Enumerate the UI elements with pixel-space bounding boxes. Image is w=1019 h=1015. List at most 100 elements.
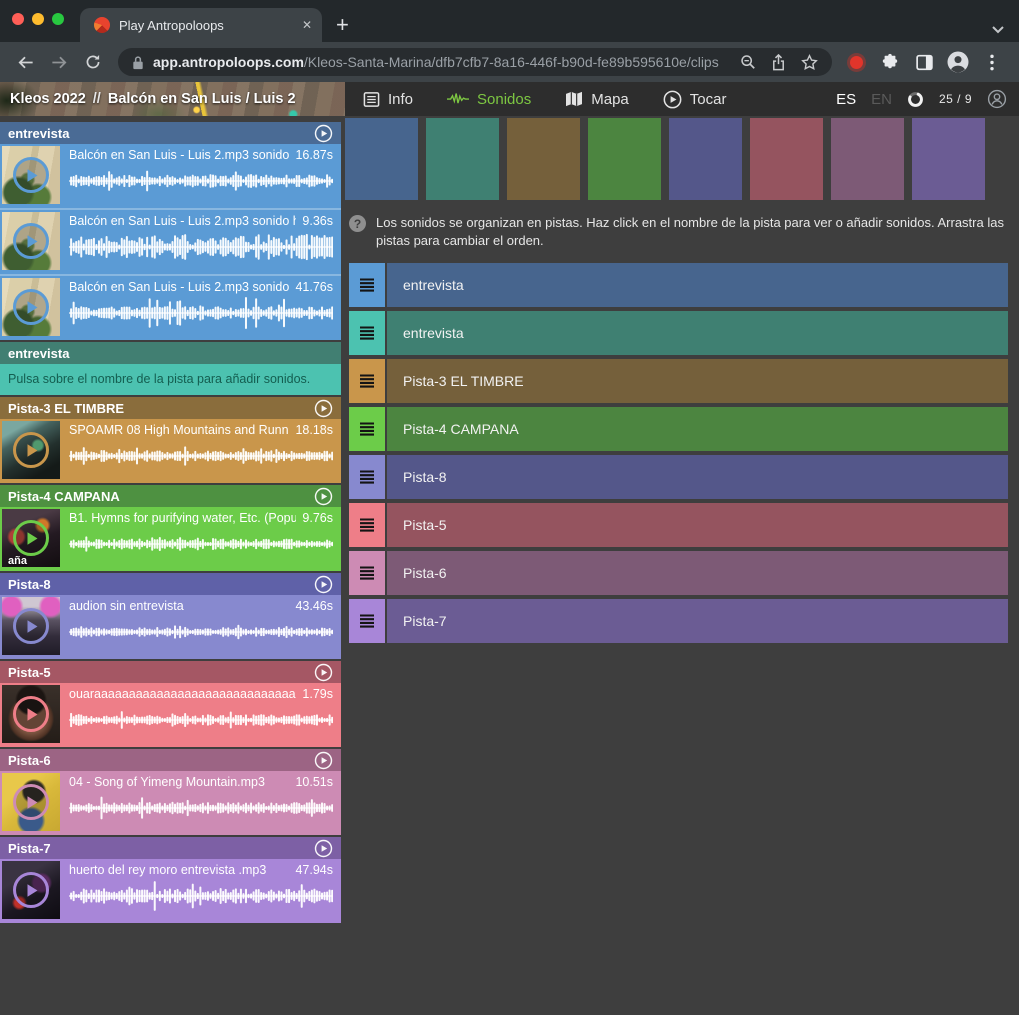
clip-play-icon[interactable] bbox=[13, 289, 49, 325]
track-row[interactable]: Pista-7 bbox=[349, 599, 1008, 643]
drag-handle-icon[interactable] bbox=[349, 551, 385, 595]
sidebar-track-header[interactable]: Pista-8 bbox=[0, 573, 341, 595]
drag-handle-icon[interactable] bbox=[349, 311, 385, 355]
bookmark-star-icon[interactable] bbox=[801, 54, 818, 71]
drag-handle-icon[interactable] bbox=[349, 263, 385, 307]
track-row-label: Pista-5 bbox=[403, 517, 447, 533]
track-row-body[interactable]: Pista-6 bbox=[387, 551, 1008, 595]
breadcrumb[interactable]: Kleos 2022 // Balcón en San Luis / Luis … bbox=[0, 82, 345, 116]
side-panel-icon[interactable] bbox=[909, 47, 939, 77]
sidebar-track-header[interactable]: Pista-4 CAMPANA bbox=[0, 485, 341, 507]
sidebar-track-header[interactable]: Pista-3 EL TIMBRE bbox=[0, 397, 341, 419]
audio-clip[interactable]: SPOAMR 08 High Mountains and Running ...… bbox=[0, 419, 341, 483]
maximize-window-button[interactable] bbox=[52, 13, 64, 25]
lang-en-button[interactable]: EN bbox=[871, 91, 892, 108]
track-empty-hint: Pulsa sobre el nombre de la pista para a… bbox=[0, 364, 341, 395]
track-row[interactable]: Pista-4 CAMPANA bbox=[349, 407, 1008, 451]
track-row[interactable]: entrevista bbox=[349, 263, 1008, 307]
nav-item-tocar[interactable]: Tocar bbox=[663, 90, 727, 109]
browser-tab[interactable]: Play Antropoloops ✕ bbox=[80, 8, 322, 42]
play-track-icon[interactable] bbox=[314, 751, 333, 770]
clip-play-icon[interactable] bbox=[13, 784, 49, 820]
browser-tabstrip: Play Antropoloops ✕ + bbox=[0, 0, 1019, 42]
track-row-body[interactable]: Pista-3 EL TIMBRE bbox=[387, 359, 1008, 403]
track-row[interactable]: Pista-8 bbox=[349, 455, 1008, 499]
url-bar[interactable]: app.antropoloops.com/Kleos-Santa-Marina/… bbox=[118, 48, 832, 76]
audio-clip[interactable]: Balcón en San Luis - Luis 2.mp3 sonido h… bbox=[0, 210, 341, 276]
clip-play-icon[interactable] bbox=[13, 872, 49, 908]
forward-icon[interactable] bbox=[44, 47, 74, 77]
audio-clip[interactable]: añaB1. Hymns for purifying water, Etc. (… bbox=[0, 507, 341, 571]
back-icon[interactable] bbox=[10, 47, 40, 77]
nav-item-sonidos[interactable]: Sonidos bbox=[447, 91, 531, 108]
share-icon[interactable] bbox=[771, 54, 786, 71]
sidebar-track-header[interactable]: Pista-7 bbox=[0, 837, 341, 859]
recording-indicator-icon[interactable] bbox=[850, 56, 863, 69]
audio-clip[interactable]: audion sin entrevista43.46s bbox=[0, 595, 341, 659]
drag-handle-icon[interactable] bbox=[349, 599, 385, 643]
track-color-swatch bbox=[588, 118, 661, 200]
play-track-icon[interactable] bbox=[314, 124, 333, 143]
extensions-puzzle-icon[interactable] bbox=[875, 47, 905, 77]
track-row[interactable]: Pista-6 bbox=[349, 551, 1008, 595]
play-track-icon[interactable] bbox=[314, 487, 333, 506]
zoom-icon[interactable] bbox=[740, 54, 756, 70]
track-row-body[interactable]: Pista-5 bbox=[387, 503, 1008, 547]
nav-item-mapa[interactable]: Mapa bbox=[565, 91, 629, 108]
track-row-body[interactable]: Pista-7 bbox=[387, 599, 1008, 643]
sidebar-track-name: Pista-5 bbox=[8, 665, 51, 680]
menu-dots-icon[interactable] bbox=[977, 47, 1007, 77]
audio-clip[interactable]: 04 - Song of Yimeng Mountain.mp310.51s bbox=[0, 771, 341, 835]
clip-title: Balcón en San Luis - Luis 2.mp3 sonido h… bbox=[69, 148, 289, 162]
clip-play-icon[interactable] bbox=[13, 520, 49, 556]
sidebar-track-header[interactable]: entrevista bbox=[0, 342, 341, 364]
audio-clip[interactable]: Balcón en San Luis - Luis 2.mp3 sonido h… bbox=[0, 276, 341, 340]
drag-handle-icon[interactable] bbox=[349, 359, 385, 403]
track-row-body[interactable]: entrevista bbox=[387, 263, 1008, 307]
clip-play-icon[interactable] bbox=[13, 223, 49, 259]
drag-handle-icon[interactable] bbox=[349, 503, 385, 547]
audio-clip[interactable]: Balcón en San Luis - Luis 2.mp3 sonido h… bbox=[0, 144, 341, 210]
minimize-window-button[interactable] bbox=[32, 13, 44, 25]
track-row-body[interactable]: entrevista bbox=[387, 311, 1008, 355]
nav-item-info[interactable]: Info bbox=[363, 91, 413, 108]
account-icon[interactable] bbox=[987, 89, 1007, 109]
clip-duration: 9.36s bbox=[302, 214, 333, 228]
drag-handle-icon[interactable] bbox=[349, 455, 385, 499]
track-row-body[interactable]: Pista-8 bbox=[387, 455, 1008, 499]
breadcrumb-project[interactable]: Kleos 2022 bbox=[10, 91, 86, 107]
close-window-button[interactable] bbox=[12, 13, 24, 25]
lock-icon[interactable] bbox=[132, 55, 144, 70]
drag-handle-icon[interactable] bbox=[349, 407, 385, 451]
audio-clip[interactable]: huerto del rey moro entrevista .mp347.94… bbox=[0, 859, 341, 923]
clip-play-icon[interactable] bbox=[13, 432, 49, 468]
play-track-icon[interactable] bbox=[314, 839, 333, 858]
track-row-body[interactable]: Pista-4 CAMPANA bbox=[387, 407, 1008, 451]
lang-es-button[interactable]: ES bbox=[836, 91, 856, 108]
play-track-icon[interactable] bbox=[314, 399, 333, 418]
clip-play-icon[interactable] bbox=[13, 608, 49, 644]
clip-play-icon[interactable] bbox=[13, 157, 49, 193]
track-row[interactable]: entrevista bbox=[349, 311, 1008, 355]
new-tab-button[interactable]: + bbox=[336, 14, 349, 36]
profile-avatar-icon[interactable] bbox=[943, 47, 973, 77]
sidebar-track-name: Pista-3 EL TIMBRE bbox=[8, 401, 124, 416]
sidebar-track-section: entrevista Balcón en San Luis - Luis 2.mp… bbox=[0, 122, 341, 340]
track-color-swatch bbox=[750, 118, 823, 200]
track-row[interactable]: Pista-5 bbox=[349, 503, 1008, 547]
app-content: entrevistaBalcón en San Luis - Luis 2.mp… bbox=[0, 116, 1019, 1015]
reload-icon[interactable] bbox=[78, 47, 108, 77]
play-track-icon[interactable] bbox=[314, 663, 333, 682]
sidebar-track-header[interactable]: Pista-5 bbox=[0, 661, 341, 683]
sidebar-track-header[interactable]: Pista-6 bbox=[0, 749, 341, 771]
clip-waveform bbox=[69, 297, 333, 329]
tab-search-chevron-icon[interactable] bbox=[991, 25, 1005, 34]
tab-close-icon[interactable]: ✕ bbox=[302, 18, 312, 32]
audio-clip[interactable]: ouaraaaaaaaaaaaaaaaaaaaaaaaaaaaaaaaaaaa.… bbox=[0, 683, 341, 747]
clip-play-icon[interactable] bbox=[13, 696, 49, 732]
clip-title-row: ouaraaaaaaaaaaaaaaaaaaaaaaaaaaaaaaaaaaa.… bbox=[69, 687, 333, 701]
play-track-icon[interactable] bbox=[314, 575, 333, 594]
track-row[interactable]: Pista-3 EL TIMBRE bbox=[349, 359, 1008, 403]
app-header: Kleos 2022 // Balcón en San Luis / Luis … bbox=[0, 82, 1019, 116]
sidebar-track-header[interactable]: entrevista bbox=[0, 122, 341, 144]
